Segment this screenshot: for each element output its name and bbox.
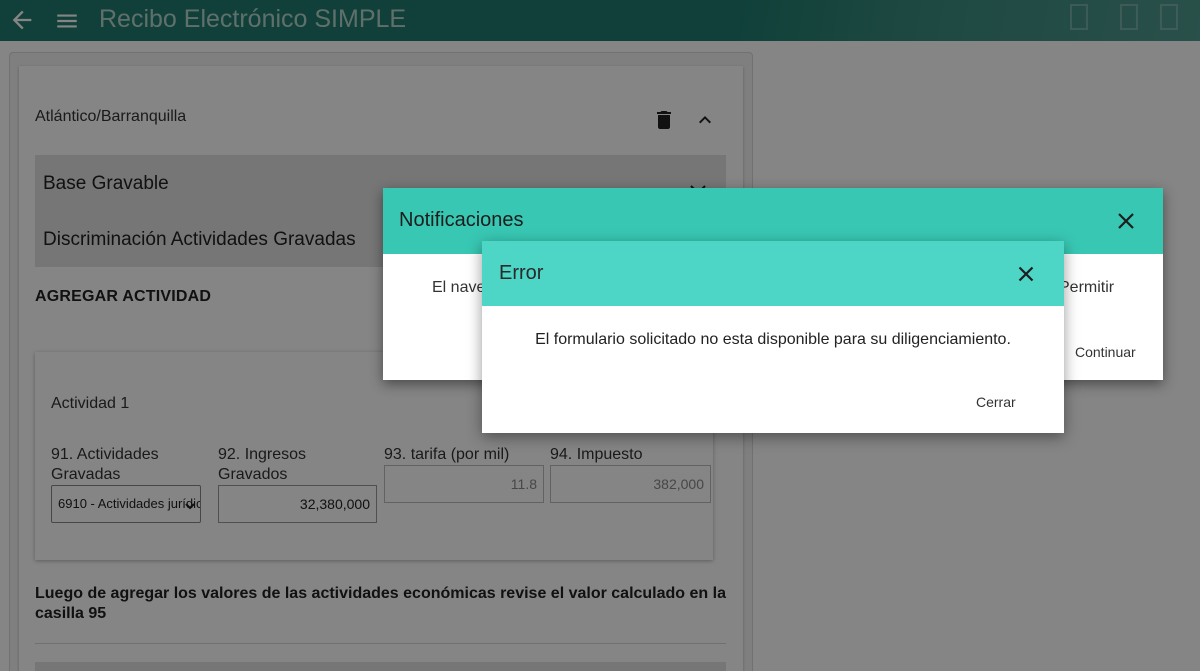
continue-button[interactable]: Continuar <box>1075 344 1136 360</box>
notifications-text: El nave <box>432 279 486 296</box>
close-icon[interactable] <box>1117 212 1135 230</box>
close-button[interactable]: Cerrar <box>976 394 1016 410</box>
allow-link[interactable]: Permitir <box>1059 279 1114 297</box>
error-dialog: Error El formulario solicitado no esta d… <box>482 241 1064 433</box>
error-title: Error <box>499 262 544 284</box>
error-header: Error <box>482 241 1064 306</box>
error-message: El formulario solicitado no esta disponi… <box>535 331 1011 348</box>
notifications-title: Notificaciones <box>399 209 524 231</box>
close-icon[interactable] <box>1018 266 1034 282</box>
